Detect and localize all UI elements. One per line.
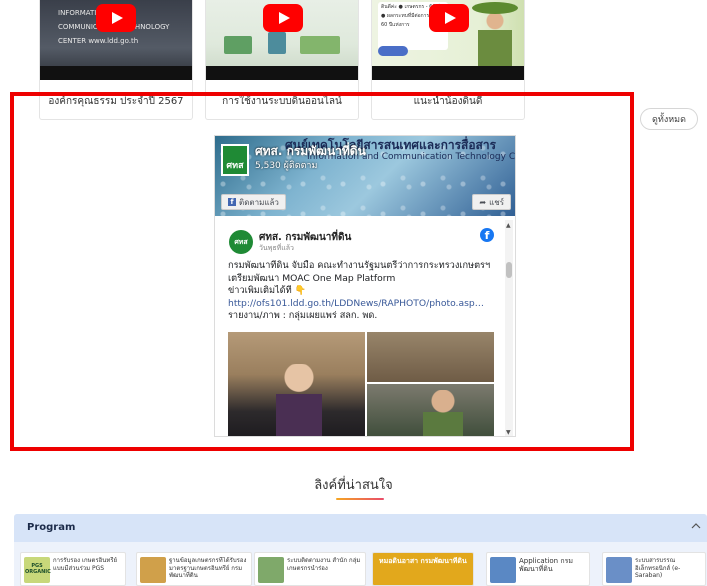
video-thumbnail[interactable]: INFORMATION AND COMMUNICATION TECHNOLOGY…	[40, 0, 192, 80]
farmer-icon	[140, 557, 166, 583]
scroll-thumb[interactable]	[506, 262, 512, 278]
post-photo-secondary[interactable]	[367, 384, 494, 436]
post-timestamp[interactable]: วันพุธที่แล้ว	[259, 243, 294, 254]
follower-count: 5,530 ผู้ติดตาม	[255, 161, 318, 171]
scroll-down-icon[interactable]: ▼	[506, 429, 511, 436]
share-label: แชร์	[489, 197, 504, 207]
share-icon: ➦	[479, 197, 487, 207]
section-title: ลิงค์ที่น่าสนใจ	[314, 478, 393, 493]
post-line: รายงาน/ภาพ : กลุ่มเผยแพร่ สลก. พด.	[228, 310, 378, 321]
facebook-icon: f	[228, 198, 236, 206]
farmer-illustration	[478, 8, 512, 66]
avatar[interactable]: ศทส	[229, 230, 253, 254]
program-link-label: ระบบสารบรรณ อิเล็กทรอนิกส์ (e-Saraban)	[635, 557, 681, 579]
post-photo-main[interactable]	[228, 332, 365, 436]
scroll-up-icon[interactable]: ▲	[506, 222, 511, 229]
program-link-label: ฐานข้อมูลเกษตรกรที่ได้รับรอง มาตรฐานเกษต…	[169, 557, 247, 579]
program-link-label: Application กรมพัฒนาที่ดิน	[519, 557, 573, 573]
post-photo-secondary[interactable]	[367, 332, 494, 382]
video-thumbnail[interactable]: ดินดีค่ะ ● เกษตรกร - 60 ปี ● ผลกระทบที่ม…	[372, 0, 524, 80]
post-line: ข่าวเพิ่มเติมได้ที่ 👇	[228, 285, 307, 296]
post-line: เตรียมพัฒนา MOAC One Map Platform	[228, 272, 396, 284]
post-link[interactable]: http://ofs101.ldd.go.th/LDDNews/RAPHOTO/…	[228, 298, 504, 311]
program-link-tracking[interactable]: ระบบติดตามงาน สำนัก กลุ่มเกษตรกรนำร่อง	[254, 552, 366, 586]
program-link-e-saraban[interactable]: ระบบสารบรรณ อิเล็กทรอนิกส์ (e-Saraban)	[602, 552, 706, 586]
tracking-icon	[258, 557, 284, 583]
facebook-post: ศทส ศทส. กรมพัฒนาที่ดิน วันพุธที่แล้ว f …	[215, 220, 507, 436]
page-logo[interactable]: ศทส	[221, 144, 249, 176]
program-label: Program	[27, 522, 76, 533]
facebook-icon[interactable]: f	[480, 228, 494, 242]
program-link-label: ระบบติดตามงาน สำนัก กลุ่มเกษตรกรนำร่อง	[287, 557, 361, 572]
video-thumbnail[interactable]	[206, 0, 358, 80]
program-link-application[interactable]: Application กรมพัฒนาที่ดิน	[486, 552, 590, 586]
program-links: PGS ORGANIC การรับรอง เกษตรอินทรีย์ แบบม…	[14, 542, 707, 586]
program-link-label: หมอดินอาสา กรมพัฒนาที่ดิน	[379, 557, 467, 565]
program-link-soil-doctor[interactable]: หมอดินอาสา กรมพัฒนาที่ดิน	[372, 552, 474, 586]
follow-button[interactable]: f ติดตามแล้ว	[221, 194, 286, 210]
cover-photo[interactable]: ศูนย์เทคโนโลยีสารสนเทศและการสื่อสาร Info…	[215, 136, 515, 216]
follow-label: ติดตามแล้ว	[239, 197, 279, 207]
program-link-farmer-database[interactable]: ฐานข้อมูลเกษตรกรที่ได้รับรอง มาตรฐานเกษต…	[136, 552, 252, 586]
facebook-page-widget[interactable]: ศูนย์เทคโนโลยีสารสนเทศและการสื่อสาร Info…	[214, 135, 516, 437]
youtube-play-icon[interactable]	[96, 4, 136, 32]
scrollbar[interactable]: ▲ ▼	[505, 220, 513, 436]
youtube-play-icon[interactable]	[429, 4, 469, 32]
program-link-pgs[interactable]: PGS ORGANIC การรับรอง เกษตรอินทรีย์ แบบม…	[20, 552, 126, 586]
chevron-up-icon[interactable]	[691, 521, 701, 531]
section-underline	[336, 498, 384, 500]
mobile-app-icon	[490, 557, 516, 583]
program-accordion-header[interactable]: Program	[14, 514, 707, 542]
post-line: กรมพัฒนาที่ดิน จับมือ คณะทำงานรัฐมนตรีว่…	[228, 260, 491, 271]
youtube-play-icon[interactable]	[263, 4, 303, 32]
document-icon	[606, 557, 632, 583]
pgs-organic-icon: PGS ORGANIC	[24, 557, 51, 583]
see-all-button[interactable]: ดูทั้งหมด	[640, 108, 698, 130]
program-link-label: การรับรอง เกษตรอินทรีย์ แบบมีส่วนร่วม PG…	[53, 557, 118, 572]
post-text: กรมพัฒนาที่ดิน จับมือ คณะทำงานรัฐมนตรีว่…	[228, 260, 504, 323]
share-button[interactable]: ➦ แชร์	[472, 194, 511, 210]
